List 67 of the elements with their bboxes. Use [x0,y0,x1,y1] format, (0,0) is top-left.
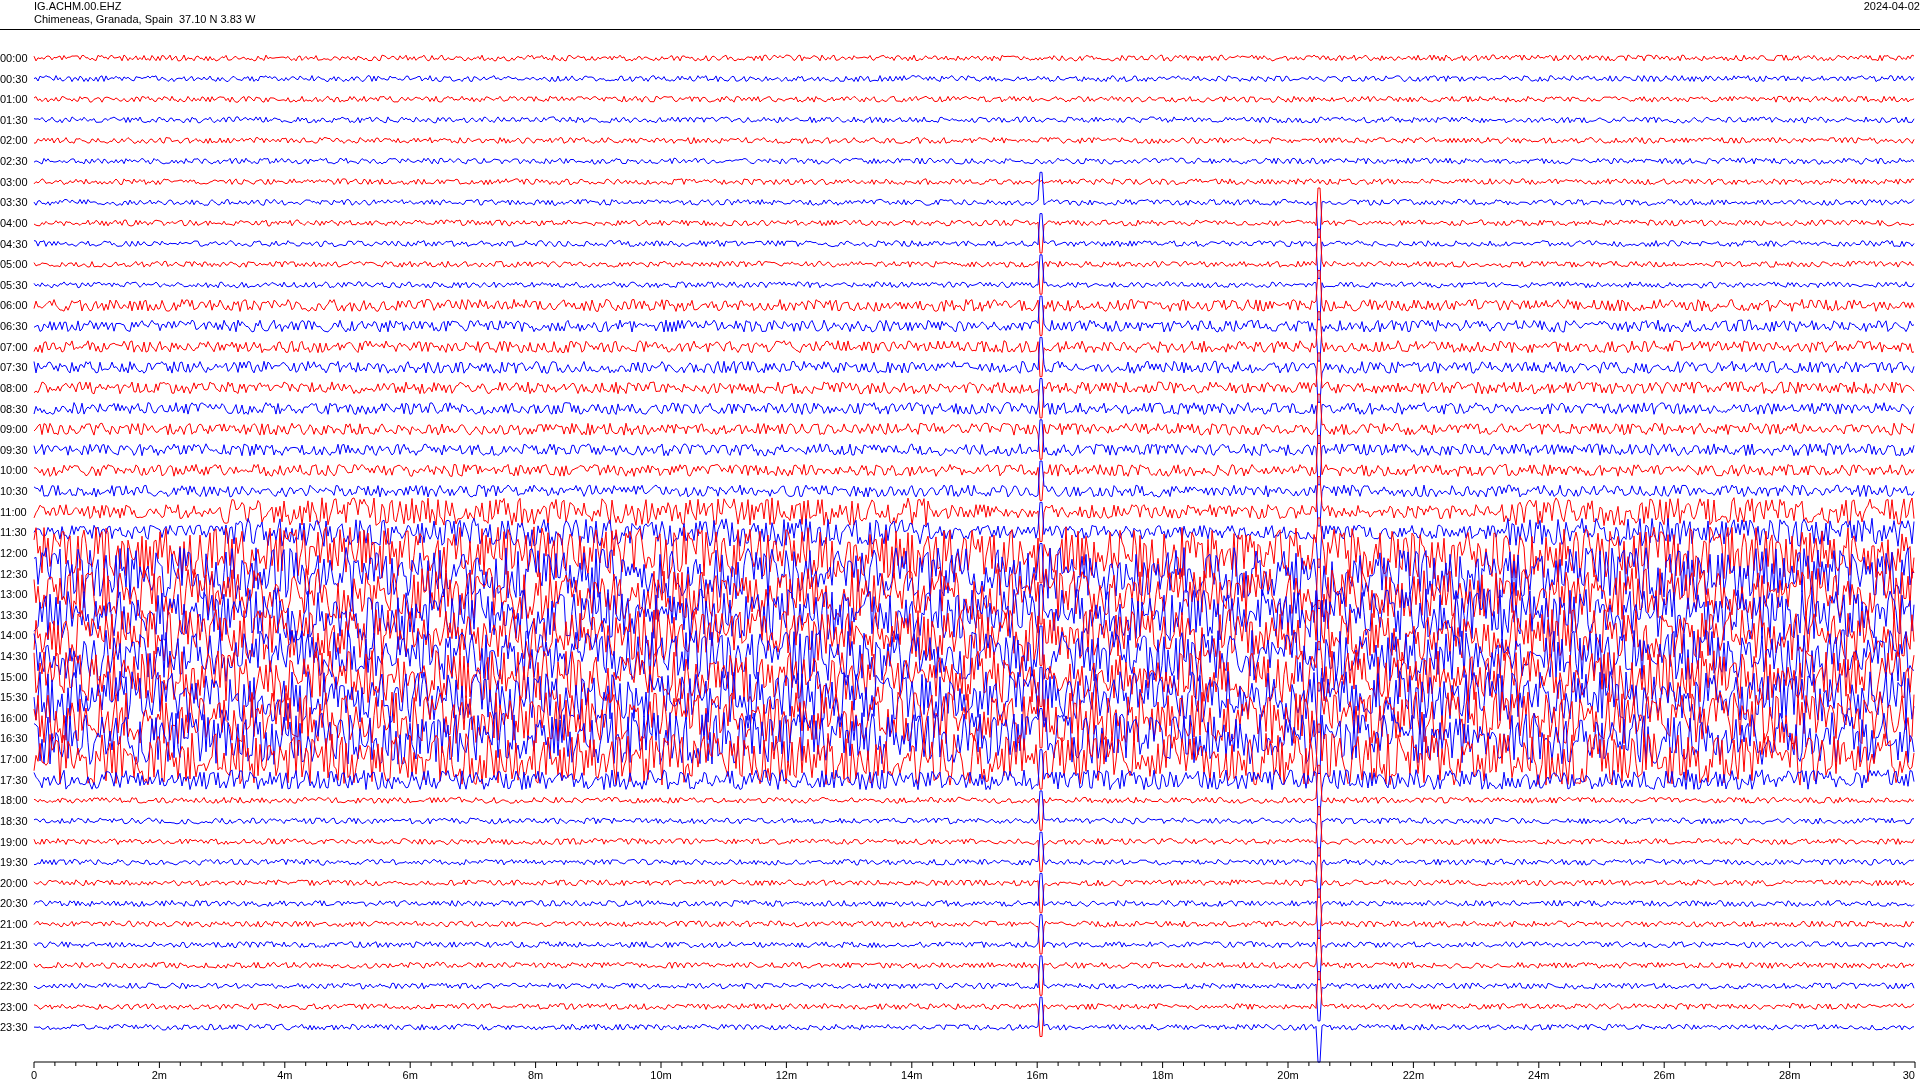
time-label: 07:30 [0,361,28,374]
time-label: 18:00 [0,794,28,807]
time-label: 22:00 [0,959,28,972]
time-label: 20:00 [0,876,28,889]
time-label: 09:00 [0,423,28,436]
time-label: 19:30 [0,856,28,869]
axis-label: 6m [402,1069,418,1080]
time-label: 02:00 [0,134,28,147]
time-label: 06:30 [0,320,28,333]
time-label: 16:30 [0,732,28,745]
time-label: 08:30 [0,402,28,415]
station-code: IG.ACHM.00.EHZ [34,0,123,13]
axis-label: 10m [650,1069,672,1080]
time-label: 05:00 [0,258,28,271]
time-label: 01:00 [0,93,28,106]
time-label: 01:30 [0,113,28,126]
time-label: 03:30 [0,196,28,209]
time-label: 15:30 [0,691,28,704]
time-label: 11:30 [0,526,27,539]
time-label: 19:00 [0,835,28,848]
time-label: 21:30 [0,938,28,951]
station-location: Chimeneas, Granada, Spain 37.10 N 3.83 W [34,13,256,26]
axis-label: 12m [775,1069,798,1080]
time-label: 13:00 [0,588,28,601]
plot-date: 2024-04-02 [1863,0,1920,13]
axis-label: 30 [1902,1069,1915,1080]
time-label: 16:00 [0,711,28,724]
time-label: 09:30 [0,443,28,456]
time-label: 21:00 [0,918,28,931]
time-label: 13:30 [0,608,28,621]
time-label: 00:00 [0,52,28,64]
time-label: 17:30 [0,773,28,786]
axis-label: 0 [30,1069,38,1080]
time-label: 17:00 [0,753,28,766]
time-label: 11:00 [0,505,27,518]
time-label: 03:00 [0,175,28,188]
time-label: 15:00 [0,670,28,683]
time-label: 02:30 [0,155,28,168]
time-label: 12:00 [0,546,28,559]
time-label: 04:00 [0,216,28,229]
axis-label: 26m [1653,1069,1675,1080]
time-label: 08:00 [0,381,28,394]
axis-label: 2m [151,1069,168,1080]
time-label: 18:30 [0,814,28,827]
time-label: 04:30 [0,237,28,250]
time-label: 07:00 [0,340,28,353]
axis-label: 28m [1778,1069,1801,1080]
axis-label: 18m [1151,1069,1174,1080]
time-label: 23:30 [0,1021,28,1034]
time-label: 06:00 [0,299,28,312]
axis-label: 24m [1528,1069,1550,1080]
axis-label: 4m [277,1069,293,1080]
axis-label: 14m [901,1069,923,1080]
time-label: 23:00 [0,1000,28,1013]
time-label: 00:30 [0,72,28,85]
time-label: 22:30 [0,979,28,992]
time-label: 20:30 [0,897,28,910]
time-label: 14:30 [0,650,28,662]
time-label: 10:00 [0,464,28,477]
time-label: 05:30 [0,278,28,291]
time-label: 14:00 [0,629,28,642]
time-label: 12:30 [0,567,28,580]
axis-label: 22m [1402,1069,1425,1080]
time-label: 10:30 [0,485,28,497]
axis-label: 8m [527,1069,544,1080]
axis-label: 16m [1026,1069,1048,1080]
axis-label: 20m [1277,1069,1299,1080]
